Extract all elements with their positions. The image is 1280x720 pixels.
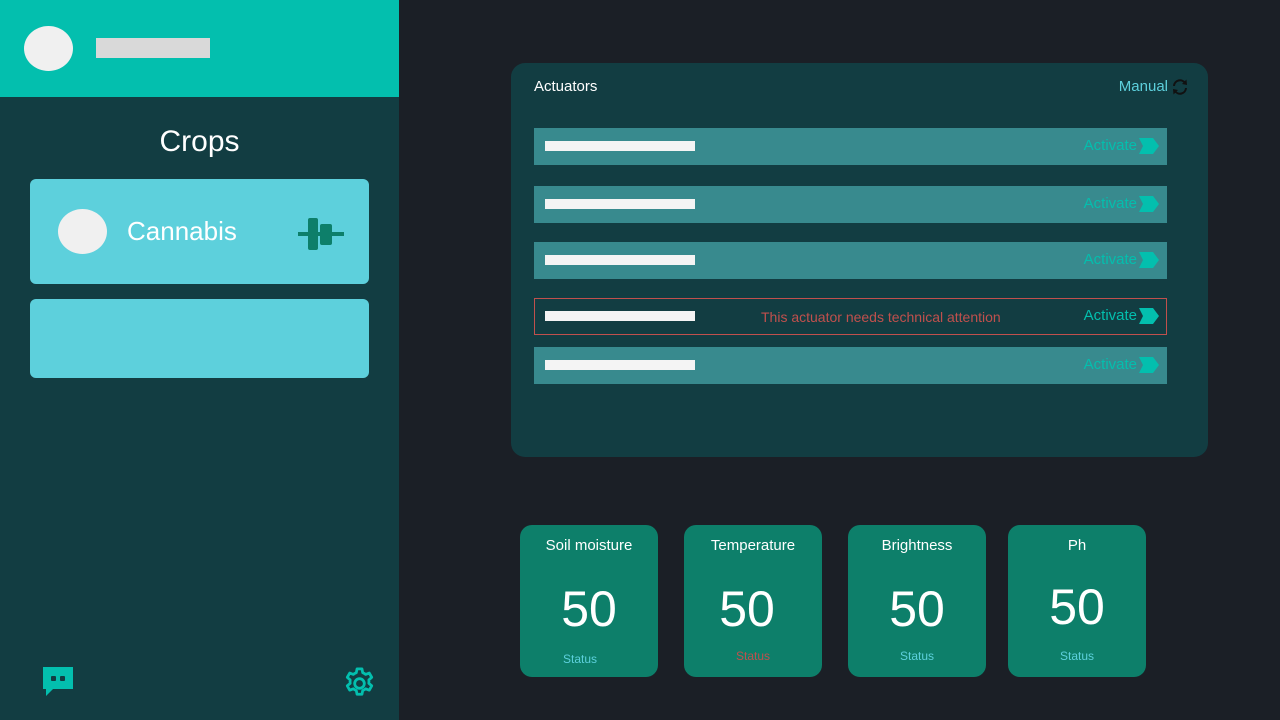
actuator-row: Activate <box>534 347 1167 384</box>
arrow-right-icon <box>1139 357 1159 373</box>
actuator-row: Activate <box>534 242 1167 279</box>
actuator-name-placeholder <box>545 255 695 265</box>
alert-message: This actuator needs technical attention <box>761 309 1001 325</box>
crop-avatar <box>58 209 107 254</box>
arrow-right-icon <box>1139 308 1159 324</box>
activate-button[interactable]: Activate <box>1084 194 1159 214</box>
arrow-right-icon <box>1139 252 1159 268</box>
sensor-value: 50 <box>889 581 945 637</box>
activate-label: Activate <box>1083 137 1137 154</box>
mode-label: Manual <box>1118 78 1168 95</box>
plant-sensor-icon[interactable] <box>298 215 344 253</box>
activate-label: Activate <box>1083 307 1137 324</box>
user-name-placeholder <box>96 38 210 58</box>
sensor-status: Status <box>899 649 935 663</box>
user-avatar[interactable] <box>24 26 73 71</box>
sensor-name: Ph <box>1067 537 1087 554</box>
sensor-name: Temperature <box>710 537 796 554</box>
sensor-card-ph[interactable]: Ph 50 Status <box>1008 525 1146 677</box>
crop-name: Cannabis <box>127 216 237 246</box>
sensor-value: 50 <box>561 581 617 637</box>
arrow-right-icon <box>1139 196 1159 212</box>
crop-card-empty[interactable] <box>30 299 369 378</box>
actuator-row: Activate <box>534 128 1167 165</box>
actuators-title: Actuators <box>534 78 598 95</box>
chat-icon[interactable] <box>41 665 75 698</box>
crop-card-cannabis[interactable]: Cannabis <box>30 179 369 284</box>
gear-icon[interactable] <box>342 666 377 701</box>
activate-label: Activate <box>1083 356 1137 373</box>
sensor-name: Brightness <box>881 537 953 554</box>
sensor-status: Status <box>1059 649 1095 663</box>
manual-mode-toggle[interactable]: Manual <box>1119 77 1189 97</box>
sync-icon <box>1173 79 1187 95</box>
activate-button[interactable]: Activate <box>1084 306 1159 326</box>
activate-button[interactable]: Activate <box>1084 355 1159 375</box>
actuator-row-alert: This actuator needs technical attention … <box>534 298 1167 335</box>
activate-label: Activate <box>1083 195 1137 212</box>
sensor-status: Status <box>562 652 598 666</box>
actuator-row: Activate <box>534 186 1167 223</box>
activate-button[interactable]: Activate <box>1084 136 1159 156</box>
actuators-panel: Actuators Manual Activate Activate Activ… <box>511 63 1208 457</box>
actuator-name-placeholder <box>545 141 695 151</box>
sensor-status: Status <box>735 649 771 663</box>
sidebar-header <box>0 0 399 97</box>
sensor-card-soil-moisture[interactable]: Soil moisture 50 Status <box>520 525 658 677</box>
activate-button[interactable]: Activate <box>1084 250 1159 270</box>
actuator-name-placeholder <box>545 311 695 321</box>
arrow-right-icon <box>1139 138 1159 154</box>
activate-label: Activate <box>1083 251 1137 268</box>
sensor-value: 50 <box>719 581 775 637</box>
sensor-card-temperature[interactable]: Temperature 50 Status <box>684 525 822 677</box>
sidebar: Crops Cannabis <box>0 0 399 720</box>
sensor-value: 50 <box>1049 579 1105 635</box>
sensor-name: Soil moisture <box>545 537 633 554</box>
actuator-name-placeholder <box>545 199 695 209</box>
crops-title: Crops <box>159 125 240 158</box>
actuator-name-placeholder <box>545 360 695 370</box>
sensor-card-brightness[interactable]: Brightness 50 Status <box>848 525 986 677</box>
